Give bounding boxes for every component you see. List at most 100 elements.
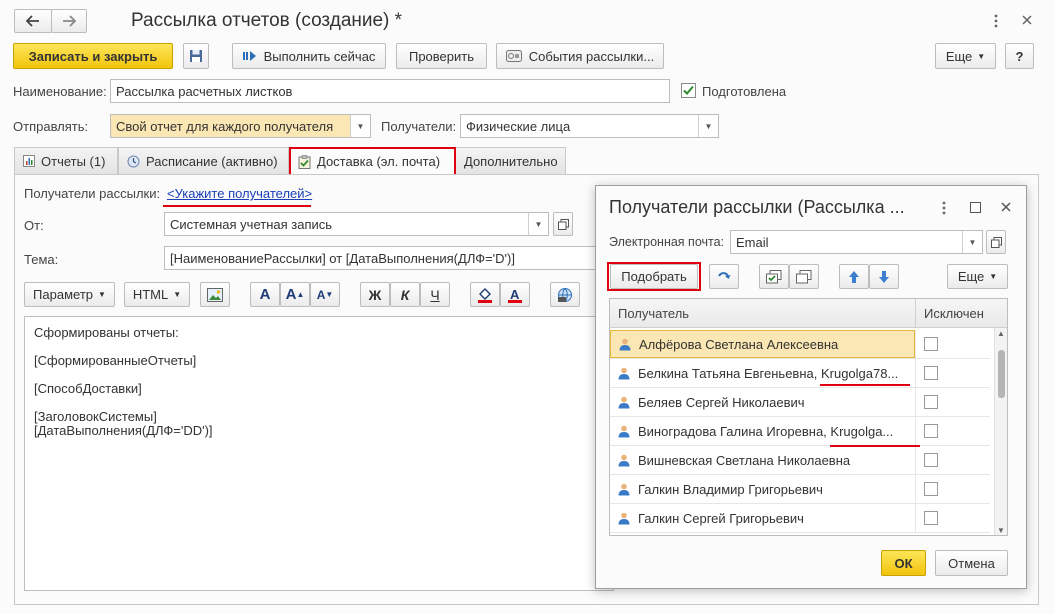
back-button[interactable] (14, 9, 52, 33)
font-button[interactable]: A (250, 282, 280, 307)
save-button[interactable] (183, 43, 209, 69)
html-button[interactable]: HTML ▼ (124, 282, 190, 307)
person-icon (619, 338, 631, 350)
dialog-close-icon[interactable] (1000, 201, 1012, 213)
text-color-button[interactable]: A (500, 282, 530, 307)
tab-reports[interactable]: Отчеты (1) (14, 147, 118, 174)
table-header: Получатель Исключен (610, 299, 1007, 328)
email-underline-1 (820, 384, 910, 386)
excluded-checkbox[interactable] (924, 424, 938, 438)
subject-field[interactable]: [НаименованиеРассылки] от [ДатаВыполнени… (164, 246, 600, 270)
scroll-up-icon[interactable]: ▲ (997, 329, 1005, 338)
chevron-down-icon[interactable]: ▼ (698, 115, 718, 137)
move-up-button[interactable] (839, 264, 869, 289)
prepared-checkbox[interactable] (681, 83, 696, 98)
recipients-select-value: Физические лица (466, 118, 571, 134)
table-row[interactable]: Вишневская Светлана Николаевна (610, 446, 990, 475)
recipient-name: Галкин Сергей Григорьевич (638, 510, 804, 526)
scroll-thumb[interactable] (998, 350, 1005, 398)
curved-arrow-icon (718, 271, 731, 279)
italic-button[interactable]: К (390, 282, 420, 307)
tab-additional-label: Дополнительно (464, 153, 558, 169)
ok-button[interactable]: ОК (881, 550, 926, 576)
more-label: Еще (945, 48, 973, 64)
tab-schedule[interactable]: Расписание (активно) (118, 147, 289, 174)
events-button[interactable]: События рассылки... (496, 43, 664, 69)
table-row[interactable]: Алфёрова Светлана Алексеевна (610, 330, 990, 359)
insert-image-button[interactable] (200, 282, 230, 307)
scroll-down-icon[interactable]: ▼ (997, 526, 1005, 535)
save-close-button[interactable]: Записать и закрыть (13, 43, 173, 69)
floppy-disk-icon (190, 50, 202, 62)
dialog-title: Получатели рассылки (Рассылка ... (609, 197, 905, 217)
font-decrease-button[interactable]: A ▼ (310, 282, 340, 307)
excluded-checkbox[interactable] (924, 482, 938, 496)
send-label: Отправлять: (13, 119, 89, 134)
recipients-select[interactable]: Физические лица ▼ (460, 114, 719, 138)
help-button[interactable]: ? (1005, 43, 1034, 69)
maximize-icon[interactable] (970, 202, 981, 213)
checkmark-icon (683, 85, 694, 95)
web-link-button[interactable] (550, 282, 580, 307)
email-select[interactable]: Email ▼ (730, 230, 983, 254)
from-select[interactable]: Системная учетная запись ▼ (164, 212, 549, 236)
send-select-value: Свой отчет для каждого получателя (111, 118, 350, 134)
dialog-more-button[interactable]: Еще ▼ (947, 264, 1008, 289)
tab-schedule-label: Расписание (активно) (146, 153, 278, 169)
person-icon (618, 367, 630, 379)
select-all-button[interactable] (759, 264, 789, 289)
recipients-table: Получатель Исключен Алфёрова Светлана Ал… (609, 298, 1008, 536)
delivery-tab-highlight (289, 147, 456, 176)
open-from-button[interactable] (553, 212, 573, 236)
person-icon (618, 396, 630, 408)
chevron-down-icon[interactable]: ▼ (528, 213, 548, 235)
table-row[interactable]: Галкин Владимир Григорьевич (610, 475, 990, 504)
recipient-name: Виноградова Галина Игоревна, Krugolga... (638, 423, 894, 439)
chevron-down-icon[interactable]: ▼ (962, 231, 982, 253)
font-increase-button[interactable]: A ▲ (280, 282, 310, 307)
excluded-checkbox[interactable] (924, 337, 938, 351)
underline-button[interactable]: Ч (420, 282, 450, 307)
move-into-button[interactable] (709, 264, 739, 289)
message-body-editor[interactable]: Сформированы отчеты: [СформированныеОтче… (24, 316, 614, 591)
pick-button-highlight (607, 262, 701, 291)
chevron-down-icon[interactable]: ▼ (350, 115, 370, 137)
table-row[interactable]: Беляев Сергей Николаевич (610, 388, 990, 417)
table-row[interactable]: Виноградова Галина Игоревна, Krugolga... (610, 417, 990, 446)
tab-additional[interactable]: Дополнительно (455, 147, 566, 174)
run-now-button[interactable]: Выполнить сейчас (232, 43, 386, 69)
open-email-button[interactable] (986, 230, 1006, 254)
recipient-name: Галкин Владимир Григорьевич (638, 481, 823, 497)
col-excluded-header[interactable]: Исключен (915, 299, 995, 327)
bold-button[interactable]: Ж (360, 282, 390, 307)
excluded-checkbox[interactable] (924, 366, 938, 380)
run-now-label: Выполнить сейчас (263, 48, 376, 64)
table-row[interactable]: Белкина Татьяна Евгеньевна, Krugolga78..… (610, 359, 990, 388)
body-line: [ДатаВыполнения(ДЛФ='DD')] (34, 423, 213, 438)
html-label: HTML (132, 287, 169, 302)
send-select[interactable]: Свой отчет для каждого получателя ▼ (110, 114, 371, 138)
close-icon[interactable] (1021, 14, 1033, 26)
param-button[interactable]: Параметр ▼ (24, 282, 115, 307)
uncheck-all-button[interactable] (789, 264, 819, 289)
excluded-checkbox[interactable] (924, 453, 938, 467)
move-down-button[interactable] (869, 264, 899, 289)
name-field[interactable]: Рассылка расчетных листков (110, 79, 670, 103)
body-line (34, 340, 613, 354)
table-scrollbar[interactable]: ▲ ▼ (994, 328, 1007, 535)
excluded-checkbox[interactable] (924, 511, 938, 525)
cancel-button[interactable]: Отмена (935, 550, 1008, 576)
specify-recipients-link[interactable]: <Укажите получателей> (167, 186, 312, 201)
email-select-value: Email (736, 234, 769, 250)
forward-button[interactable] (51, 9, 87, 33)
dialog-menu-icon[interactable] (941, 200, 947, 216)
paint-bucket-icon (478, 287, 492, 303)
excluded-checkbox[interactable] (924, 395, 938, 409)
check-all-icon (766, 269, 782, 283)
table-row[interactable]: Галкин Сергей Григорьевич (610, 504, 990, 533)
check-button[interactable]: Проверить (396, 43, 487, 69)
window-menu-icon[interactable] (993, 13, 999, 29)
fill-color-button[interactable] (470, 282, 500, 307)
more-button[interactable]: Еще ▼ (935, 43, 996, 69)
col-recipient-header[interactable]: Получатель (610, 299, 915, 327)
